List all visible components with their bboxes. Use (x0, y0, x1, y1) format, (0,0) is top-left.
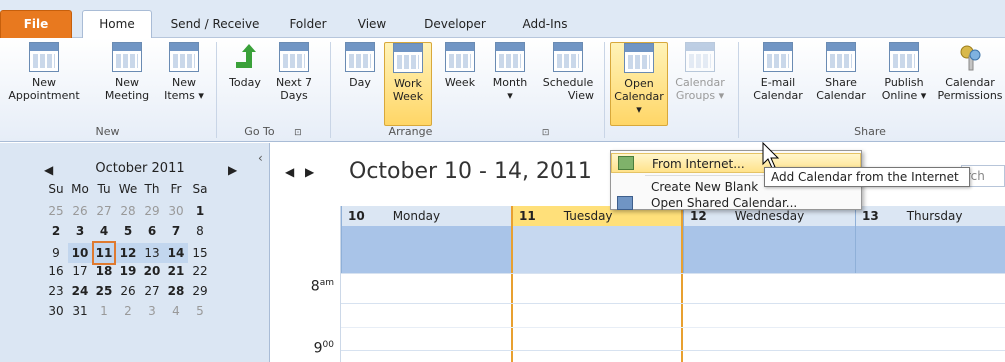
today-button[interactable]: Today (222, 42, 268, 89)
new-items-icon (169, 42, 199, 72)
new-items-button[interactable]: New Items ▾ (160, 42, 208, 102)
open-calendar-button[interactable]: Open Calendar ▾ (610, 42, 668, 126)
group-separator (738, 42, 739, 138)
group-label-goto: Go To ⊡ (244, 125, 302, 138)
mini-calendar-weekdays: Su Mo Tu We Th Fr Sa (48, 182, 208, 196)
next-7-days-button[interactable]: Next 7 Days (272, 42, 316, 102)
meeting-icon (112, 42, 142, 72)
day-header-monday[interactable]: 10 Monday (341, 206, 511, 226)
new-appointment-button[interactable]: New Appointment (2, 42, 86, 102)
ribbon: New Appointment New Meeting New Items ▾ … (0, 38, 1005, 142)
next-range-icon[interactable]: ▶ (305, 165, 314, 179)
new-meeting-button[interactable]: New Meeting (102, 42, 152, 102)
month-view-icon (495, 42, 525, 72)
all-day-area[interactable] (683, 226, 855, 273)
today-column-border (511, 273, 683, 362)
hour-9-label: 900 (313, 340, 334, 357)
share-calendar-button[interactable]: Share Calendar (812, 42, 870, 102)
publish-online-button[interactable]: Publish Online ▾ (874, 42, 934, 102)
all-day-area[interactable] (341, 226, 511, 273)
mini-calendar-week[interactable]: 2345678 (44, 221, 212, 241)
navigation-pane: ◀ ▶ ‹ October 2011 Su Mo Tu We Th Fr Sa 25 26 27… (0, 143, 270, 362)
date-range-title: October 10 - 14, 2011 (349, 159, 592, 184)
mini-calendar-week[interactable]: 25 26 27 28 29 30 1 (44, 201, 212, 221)
hour-gridline (341, 350, 1005, 351)
tab-view[interactable]: View (350, 12, 394, 38)
appointment-icon (29, 42, 59, 72)
work-week-icon (393, 43, 423, 73)
group-separator (330, 42, 331, 138)
next-month-icon[interactable]: ▶ (228, 163, 237, 177)
day-view-icon (345, 42, 375, 72)
day-header-thursday[interactable]: 13 Thursday (855, 206, 1005, 226)
publish-online-icon (889, 42, 919, 72)
group-separator (216, 42, 217, 138)
work-week-button[interactable]: Work Week (384, 42, 432, 126)
tab-home[interactable]: Home (82, 10, 152, 38)
today-arrow-icon (230, 42, 260, 72)
hour-gridline (341, 327, 1005, 328)
mini-calendar-week[interactable]: 30 31 1 2 3 4 5 (44, 301, 212, 321)
ribbon-tab-bar: File Home Send / Receive Folder View Dev… (0, 0, 1005, 38)
menu-item-open-shared-calendar[interactable]: Open Shared Calendar... (611, 195, 861, 211)
open-calendar-icon (624, 43, 654, 73)
group-label-share: Share (854, 125, 886, 138)
tab-developer[interactable]: Developer (410, 12, 500, 38)
schedule-view-button[interactable]: Schedule View (538, 42, 598, 102)
mini-calendar-week[interactable]: 23 24 25 26 27 28 29 (44, 281, 212, 301)
mini-calendar-week[interactable]: 16 17 18 19 20 21 22 (44, 261, 212, 281)
next-7-days-icon (279, 42, 309, 72)
shared-calendar-icon (617, 196, 633, 210)
hour-gridline (341, 303, 1005, 304)
email-calendar-icon (763, 42, 793, 72)
week-view-button[interactable]: Week (438, 42, 482, 89)
day-view-button[interactable]: Day (340, 42, 380, 89)
month-view-button[interactable]: Month ▾ (486, 42, 534, 102)
tab-send-receive[interactable]: Send / Receive (165, 12, 265, 38)
globe-calendar-icon (618, 156, 634, 170)
schedule-view-icon (553, 42, 583, 72)
prev-range-icon[interactable]: ◀ (285, 165, 294, 179)
hour-gridline (341, 273, 1005, 274)
calendar-permissions-button[interactable]: Calendar Permissions (936, 42, 1004, 102)
tab-add-ins[interactable]: Add-Ins (512, 12, 578, 38)
tab-file[interactable]: File (0, 10, 72, 38)
calendar-groups-button[interactable]: Calendar Groups ▾ (672, 42, 728, 102)
tab-folder[interactable]: Folder (280, 12, 336, 38)
collapse-pane-icon[interactable]: ‹ (258, 151, 263, 165)
all-day-area[interactable] (511, 226, 683, 273)
hour-8-label: 8am (310, 278, 334, 295)
group-label-new: New (95, 125, 120, 138)
prev-month-icon[interactable]: ◀ (44, 163, 53, 177)
time-column: 8am 900 (271, 206, 341, 362)
keys-icon (955, 42, 985, 72)
mini-calendar-title: October 2011 (95, 161, 185, 176)
group-label-arrange: Arrange ⊡ (388, 125, 550, 138)
group-separator (604, 42, 605, 138)
email-calendar-button[interactable]: E-mail Calendar (748, 42, 808, 102)
all-day-area[interactable] (855, 226, 1005, 273)
calendar-groups-icon (685, 42, 715, 72)
share-calendar-icon (826, 42, 856, 72)
tooltip: Add Calendar from the Internet (764, 167, 970, 187)
week-view-icon (445, 42, 475, 72)
